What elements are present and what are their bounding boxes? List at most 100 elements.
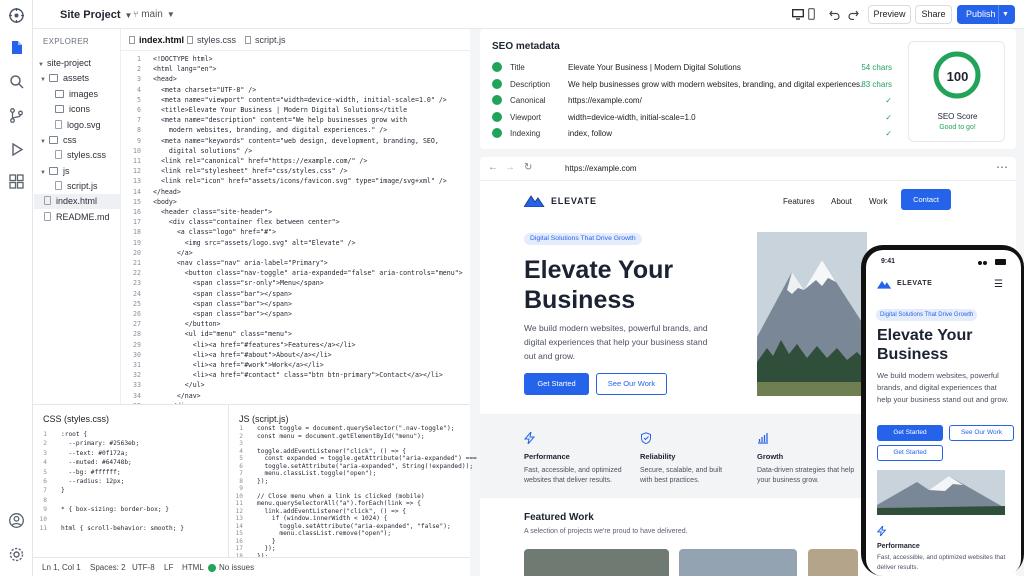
site-nav-about[interactable]: About: [831, 197, 852, 206]
tree-item-index-html[interactable]: index.html: [34, 194, 120, 209]
code-line[interactable]: 13 <link rel="icon" href="assets/icons/f…: [121, 176, 470, 187]
code-line[interactable]: 20 </a>: [121, 248, 470, 259]
reload-icon[interactable]: ↻: [524, 162, 532, 173]
code-line[interactable]: 6 <title>Elevate Your Business | Modern …: [121, 105, 470, 116]
code-line[interactable]: 33 </ul>: [121, 380, 470, 391]
hero-see-work-button[interactable]: See Our Work: [596, 373, 667, 395]
tab-script-js[interactable]: script.js: [245, 35, 286, 45]
tab-styles-css[interactable]: styles.css: [187, 35, 236, 45]
project-selector[interactable]: Site Project ▼: [60, 9, 132, 21]
code-line[interactable]: 24 <span class="bar"></span>: [121, 289, 470, 300]
hamburger-menu-icon[interactable]: ☰: [994, 279, 1003, 290]
code-line[interactable]: 28 <ul id="menu" class="menu">: [121, 329, 470, 340]
elevate-logo-icon: [524, 195, 545, 207]
code-line[interactable]: 19 <img src="assets/logo.svg" alt="Eleva…: [121, 238, 470, 249]
tree-item-site-project[interactable]: ▼ site-project: [38, 56, 91, 71]
work-thumbnail[interactable]: [524, 549, 669, 576]
cursor-position[interactable]: Ln 1, Col 1: [42, 563, 81, 572]
check-circle-icon: [492, 128, 502, 138]
site-nav-work[interactable]: Work: [869, 197, 888, 206]
work-thumbnail[interactable]: [808, 549, 858, 576]
code-line[interactable]: 2 <html lang="en">: [121, 64, 470, 75]
site-contact-button[interactable]: Contact: [901, 189, 951, 210]
issues-status[interactable]: No issues: [219, 563, 254, 572]
undo-icon[interactable]: [829, 9, 840, 20]
mobile-view-icon[interactable]: [808, 8, 815, 20]
code-line[interactable]: 18 <a class="logo" href="#">: [121, 227, 470, 238]
phone-feature-text: Fast, accessible, and optimized websites…: [877, 554, 1006, 571]
code-line[interactable]: 3 <head>: [121, 74, 470, 85]
phone-brand[interactable]: ELEVATE: [897, 280, 932, 287]
code-line[interactable]: 29 <li><a href="#features">Features</a><…: [121, 340, 470, 351]
share-button[interactable]: Share: [915, 5, 952, 24]
tree-item-logo-svg[interactable]: logo.svg: [55, 118, 101, 133]
code-line[interactable]: 12 <link rel="stylesheet" href="css/styl…: [121, 166, 470, 177]
code-line[interactable]: 11 <link rel="canonical" href="https://e…: [121, 156, 470, 167]
phone-see-work-button[interactable]: See Our Work: [949, 425, 1014, 441]
forward-arrow-icon[interactable]: →: [505, 162, 515, 173]
redo-icon[interactable]: [848, 9, 859, 20]
code-line[interactable]: 7 <meta name="description" content="We h…: [121, 115, 470, 126]
encoding[interactable]: UTF-8: [132, 563, 155, 572]
tree-item-icons[interactable]: icons: [55, 102, 90, 117]
hero-get-started-button[interactable]: Get Started: [524, 373, 589, 395]
files-icon[interactable]: [8, 39, 25, 56]
tree-item-css[interactable]: ▼ css: [40, 133, 76, 148]
chevron-down-icon[interactable]: ▼: [1002, 5, 1009, 24]
desktop-view-icon[interactable]: [792, 9, 804, 20]
code-line[interactable]: 15 <body>: [121, 197, 470, 208]
code-line[interactable]: 1 <!DOCTYPE html>: [121, 54, 470, 65]
phone-feature-title: Performance: [877, 543, 920, 550]
work-thumbnail[interactable]: [679, 549, 797, 576]
extensions-icon[interactable]: [8, 173, 25, 190]
tree-item-js[interactable]: ▼ js: [40, 164, 69, 179]
indent-setting[interactable]: Spaces: 2: [90, 563, 126, 572]
more-options-icon[interactable]: ⋯: [996, 160, 1008, 174]
code-line[interactable]: 8 modern websites, branding, and digital…: [121, 125, 470, 136]
url-text[interactable]: https://example.com: [565, 164, 637, 173]
tab-index-html[interactable]: index.html: [129, 35, 184, 45]
source-control-icon[interactable]: [8, 107, 25, 124]
code-line[interactable]: 30 <li><a href="#about">About</a></li>: [121, 350, 470, 361]
lightning-icon: [524, 432, 536, 444]
back-arrow-icon[interactable]: ←: [488, 162, 498, 173]
tree-item-images[interactable]: images: [55, 87, 98, 102]
phone-get-started-button[interactable]: Get Started: [877, 425, 943, 441]
tree-item-styles-css[interactable]: styles.css: [55, 148, 106, 163]
code-line[interactable]: 5 <meta name="viewport" content="width=d…: [121, 95, 470, 106]
code-line[interactable]: 14 </head>: [121, 187, 470, 198]
run-icon[interactable]: [8, 141, 25, 158]
account-icon[interactable]: [8, 512, 25, 529]
code-line[interactable]: 16 <header class="site-header">: [121, 207, 470, 218]
line-ending[interactable]: LF: [164, 563, 173, 572]
browser-url-bar: ← → ↻ https://example.com ⋯: [480, 157, 1016, 181]
phone-get-started-secondary-button[interactable]: Get Started: [877, 445, 943, 461]
tree-item-script-js[interactable]: script.js: [55, 179, 98, 194]
tree-item-readme[interactable]: README.md: [44, 210, 110, 225]
language-mode[interactable]: HTML: [182, 563, 204, 572]
preview-button[interactable]: Preview: [868, 5, 911, 24]
code-line[interactable]: 31 <li><a href="#work">Work</a></li>: [121, 360, 470, 371]
code-line[interactable]: 10 digital solutions" />: [121, 146, 470, 157]
line-text: <div class="container flex between cente…: [153, 218, 340, 227]
settings-gear-icon[interactable]: [8, 546, 25, 563]
code-line[interactable]: 27 </button>: [121, 319, 470, 330]
code-line[interactable]: 21 <nav class="nav" aria-label="Primary"…: [121, 258, 470, 269]
code-line[interactable]: 4 <meta charset="UTF-8" />: [121, 85, 470, 96]
site-nav-features[interactable]: Features: [783, 197, 815, 206]
code-line[interactable]: 23 <span class="sr-only">Menu</span>: [121, 278, 470, 289]
code-line[interactable]: 34 </nav>: [121, 391, 470, 402]
seo-row-description: Description We help businesses grow with …: [492, 78, 892, 94]
code-line[interactable]: 9 <meta name="keywords" content="web des…: [121, 136, 470, 147]
code-line[interactable]: 32 <li><a href="#contact" class="btn btn…: [121, 370, 470, 381]
code-line[interactable]: 17 <div class="container flex between ce…: [121, 217, 470, 228]
line-number: 12: [133, 167, 141, 176]
branch-selector[interactable]: ⑂ main ▼: [133, 9, 175, 20]
site-brand[interactable]: ELEVATE: [551, 196, 597, 206]
code-line[interactable]: 22 <button class="nav-toggle" aria-expan…: [121, 268, 470, 279]
publish-button[interactable]: Publish ▼: [957, 5, 1015, 24]
tree-item-assets[interactable]: ▼ assets: [40, 71, 89, 86]
code-line[interactable]: 26 <span class="bar"></span>: [121, 309, 470, 320]
code-line[interactable]: 25 <span class="bar"></span>: [121, 299, 470, 310]
search-icon[interactable]: [8, 73, 25, 90]
